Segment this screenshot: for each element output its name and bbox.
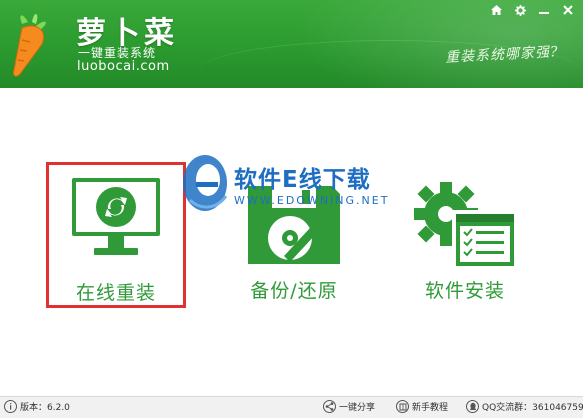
disk-icon <box>248 186 340 264</box>
software-install-label: 软件安装 <box>424 280 505 302</box>
carrot-logo-icon <box>13 13 46 77</box>
qq-group-text: QQ交流群：361046759 <box>482 403 583 413</box>
main-panel: 在线重装 备份/还原 软件安装 软件E线下载 WWW.EDOWNING.NET <box>0 88 583 396</box>
settings-icon <box>514 4 526 16</box>
minimize-button[interactable] <box>533 2 555 18</box>
watermark-e-logo-icon <box>183 155 228 211</box>
home-icon <box>490 5 502 15</box>
app-domain: luobocai.com <box>77 59 170 74</box>
monitor-refresh-icon <box>72 178 160 255</box>
info-icon <box>4 400 17 413</box>
version-info: 版本：6.2.0 <box>4 400 70 413</box>
qq-icon <box>466 400 479 413</box>
tutorial-link[interactable]: 新手教程 <box>396 400 448 413</box>
status-bar: 版本：6.2.0 一键分享 新手教程 QQ交流群：361046759 <box>0 396 583 418</box>
backup-restore-button[interactable]: 备份/还原 <box>238 182 350 308</box>
online-reinstall-label: 在线重装 <box>75 282 156 304</box>
tutorial-text: 新手教程 <box>412 403 449 413</box>
version-text: 版本：6.2.0 <box>20 403 70 413</box>
gear-window-icon <box>414 182 516 268</box>
share-link[interactable]: 一键分享 <box>323 400 375 413</box>
backup-restore-label: 备份/还原 <box>250 280 338 302</box>
online-reinstall-button[interactable]: 在线重装 <box>46 162 186 308</box>
share-text: 一键分享 <box>339 403 376 413</box>
share-icon <box>323 400 336 413</box>
title-bar: 萝卜菜 一键重装系统 luobocai.com 重装系统哪家强? <box>0 0 583 88</box>
minimize-icon <box>539 12 549 14</box>
home-button[interactable] <box>485 2 507 18</box>
qq-group-link[interactable]: QQ交流群：361046759 <box>466 400 583 413</box>
window-controls <box>485 2 579 18</box>
settings-button[interactable] <box>509 2 531 18</box>
book-icon <box>396 400 409 413</box>
close-button[interactable] <box>557 2 579 18</box>
close-icon <box>563 5 573 15</box>
software-install-button[interactable]: 软件安装 <box>410 180 520 308</box>
